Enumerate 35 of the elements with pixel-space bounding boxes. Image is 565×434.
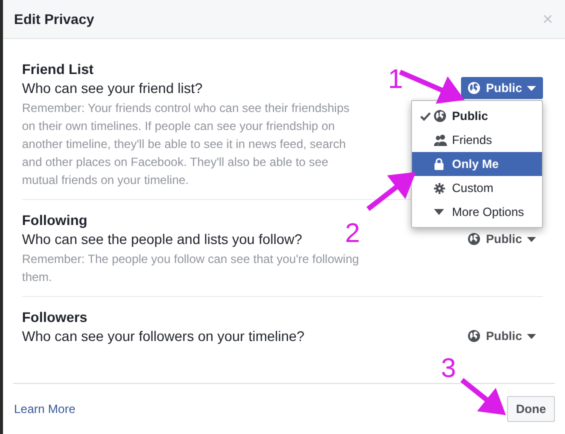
privacy-option[interactable]: Friends bbox=[412, 128, 542, 152]
caret-icon bbox=[527, 86, 536, 90]
privacy-option[interactable]: Custom bbox=[412, 176, 542, 200]
annotation-arrow bbox=[366, 172, 416, 211]
done-button[interactable]: Done bbox=[507, 396, 555, 422]
people-icon bbox=[434, 134, 447, 146]
privacy-dropdown[interactable]: Public bbox=[460, 228, 543, 250]
privacy-question: Who can see your followers on your timeline? bbox=[22, 328, 304, 344]
learn-more-link[interactable]: Learn More bbox=[14, 402, 76, 416]
privacy-dropdown[interactable]: Public bbox=[460, 325, 543, 347]
step-number: 1 bbox=[388, 64, 404, 94]
reminder-text: Remember: Your friends control who can see their friendships on their own timelines. If people can see your friendship on another timeline, they'll be able to see it in news feed, search and other places on Facebook. They'll also be able to see mutual friends on your timeline. bbox=[22, 100, 351, 189]
section-title: Followers bbox=[22, 309, 88, 325]
dialog-title: Edit Privacy bbox=[14, 11, 94, 27]
step-number: 3 bbox=[441, 353, 456, 383]
reminder-text: Remember: The people you follow can see that you're following them. bbox=[22, 251, 360, 286]
caret-icon bbox=[527, 334, 536, 338]
caret-icon bbox=[434, 209, 444, 215]
annotation-arrow bbox=[460, 378, 506, 416]
step-number: 2 bbox=[345, 218, 360, 248]
globe-icon bbox=[468, 82, 480, 94]
globe-icon bbox=[468, 233, 480, 245]
privacy-question: Who can see the people and lists you follow? bbox=[22, 231, 302, 247]
globe-icon bbox=[468, 330, 480, 342]
privacy-question: Who can see your friend list? bbox=[22, 80, 203, 96]
caret-icon bbox=[527, 236, 536, 242]
section-title: Following bbox=[22, 212, 88, 228]
globe-icon bbox=[434, 110, 446, 122]
gear-icon bbox=[434, 182, 445, 194]
privacy-option[interactable]: More Options bbox=[412, 200, 542, 224]
privacy-option[interactable]: Public bbox=[412, 104, 542, 128]
section-title: Friend List bbox=[22, 61, 94, 77]
privacy-option[interactable]: Only Me bbox=[412, 152, 542, 176]
lock-icon bbox=[434, 158, 444, 170]
privacy-dropdown[interactable]: Public bbox=[460, 77, 543, 99]
